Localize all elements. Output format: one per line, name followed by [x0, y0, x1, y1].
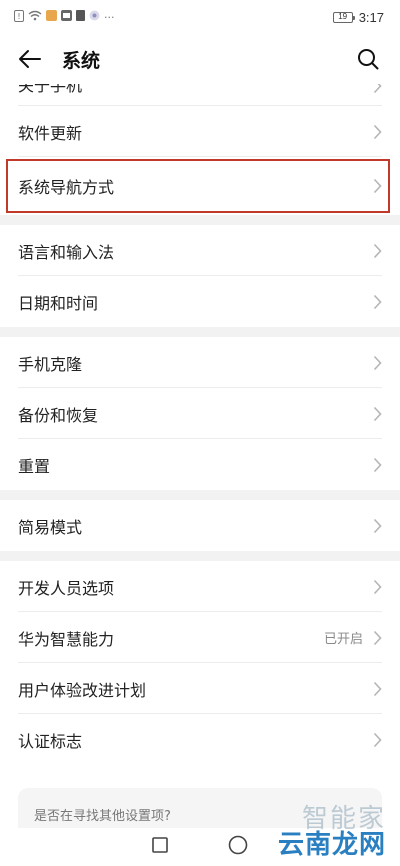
chevron-right-icon — [373, 630, 382, 646]
settings-item-label: 用户体验改进计划 — [18, 680, 147, 700]
settings-item-software-update[interactable]: 软件更新 — [0, 106, 400, 157]
settings-group-5: 开发人员选项 华为智慧能力 已开启 用户体验改进计划 认证标志 — [0, 561, 400, 765]
settings-item-label: 软件更新 — [18, 123, 83, 143]
settings-group-2: 语言和输入法 日期和时间 — [0, 225, 400, 327]
settings-item-value: 已开启 — [323, 632, 363, 647]
settings-item-huawei-intelligence[interactable]: 华为智慧能力 已开启 — [0, 612, 400, 663]
chevron-right-icon — [373, 178, 382, 194]
square-icon — [152, 837, 168, 853]
settings-item-label: 认证标志 — [18, 731, 83, 751]
app-notification-icon — [46, 10, 57, 24]
settings-item-certification[interactable]: 认证标志 — [0, 714, 400, 765]
status-icons: ! ··· — [14, 9, 115, 25]
settings-item-label: 华为智慧能力 — [18, 629, 115, 649]
chevron-right-icon — [373, 243, 382, 259]
settings-item-system-navigation[interactable]: 系统导航方式 — [0, 157, 400, 215]
chevron-right-icon — [373, 457, 382, 473]
settings-item-reset[interactable]: 重置 — [0, 439, 400, 490]
settings-item-language-input[interactable]: 语言和输入法 — [0, 225, 400, 276]
search-button[interactable] — [354, 45, 382, 73]
settings-item-label: 开发人员选项 — [18, 578, 115, 598]
group-gap — [0, 327, 400, 337]
chevron-right-icon — [373, 355, 382, 371]
settings-item-backup-restore[interactable]: 备份和恢复 — [0, 388, 400, 439]
settings-item-simple-mode[interactable]: 简易模式 — [0, 500, 400, 551]
settings-item-label: 语言和输入法 — [18, 242, 115, 262]
watermark-top: 智能家 — [301, 804, 386, 834]
chevron-right-icon — [373, 579, 382, 595]
group-gap — [0, 551, 400, 561]
watermark-bottom: 云南龙网 — [277, 830, 386, 860]
settings-item-label: 系统导航方式 — [18, 178, 115, 197]
wifi-icon — [28, 10, 42, 24]
settings-item-label: 简易模式 — [18, 517, 83, 537]
chevron-right-icon — [373, 518, 382, 534]
settings-item-label: 日期和时间 — [18, 293, 99, 313]
recents-button[interactable] — [152, 837, 168, 857]
sim-error-icon: ! — [14, 9, 24, 25]
settings-group-1: 软件更新 系统导航方式 — [0, 106, 400, 215]
arrow-left-icon — [19, 50, 41, 68]
settings-group-4: 简易模式 — [0, 500, 400, 551]
status-right: 19 3:17 — [332, 9, 384, 25]
settings-item-right: 已开启 — [324, 628, 382, 647]
page-title: 系统 — [62, 49, 101, 72]
settings-item-about-phone[interactable]: 关于手机 — [18, 84, 382, 106]
app-notification-icon — [76, 10, 85, 24]
app-header: 系统 — [0, 34, 400, 84]
chevron-right-icon — [373, 681, 382, 697]
settings-item-phone-clone[interactable]: 手机克隆 — [0, 337, 400, 388]
group-gap — [0, 490, 400, 500]
search-icon — [358, 49, 379, 70]
back-button[interactable] — [16, 45, 44, 73]
settings-item-label: 备份和恢复 — [18, 405, 99, 425]
status-bar: ! ··· 19 3:17 — [0, 0, 400, 34]
settings-item-date-time[interactable]: 日期和时间 — [0, 276, 400, 327]
app-notification-icon — [89, 10, 100, 24]
settings-item-user-experience[interactable]: 用户体验改进计划 — [0, 663, 400, 714]
chevron-right-icon — [373, 406, 382, 422]
chevron-right-icon — [373, 84, 382, 94]
battery-icon: 19 — [332, 11, 355, 23]
settings-group-3: 手机克隆 备份和恢复 重置 — [0, 337, 400, 490]
settings-item-label: 手机克隆 — [18, 354, 83, 374]
battery-level: 19 — [338, 12, 348, 21]
settings-list: 关于手机 软件更新 系统导航方式 语言和输入法 日期和时间 手机克隆 备份和恢复… — [0, 84, 400, 765]
chevron-right-icon — [373, 124, 382, 140]
more-notifications: ··· — [104, 10, 115, 24]
home-button[interactable] — [228, 835, 248, 859]
settings-item-label: 重置 — [18, 456, 51, 476]
settings-item-label: 关于手机 — [18, 84, 83, 95]
settings-item-developer-options[interactable]: 开发人员选项 — [0, 561, 400, 612]
watermark: 智能家 云南龙网 — [278, 806, 386, 858]
app-notification-icon — [61, 10, 72, 24]
circle-icon — [228, 835, 248, 855]
suggestion-text: 是否在寻找其他设置项? — [34, 808, 171, 824]
clock: 3:17 — [358, 9, 384, 25]
chevron-right-icon — [373, 294, 382, 310]
group-gap — [0, 215, 400, 225]
svg-text:!: ! — [17, 12, 20, 21]
chevron-right-icon — [373, 732, 382, 748]
